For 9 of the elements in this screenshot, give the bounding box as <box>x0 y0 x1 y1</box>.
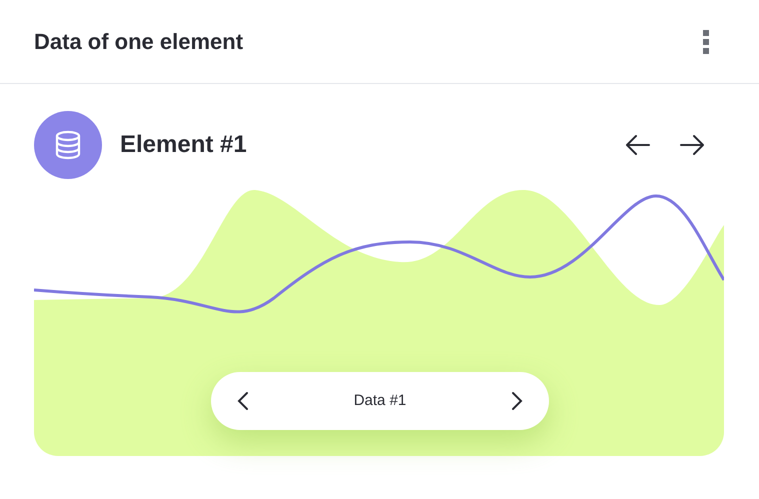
arrow-right-icon[interactable] <box>679 134 705 156</box>
page-title: Data of one element <box>34 28 244 56</box>
pager-label: Data #1 <box>354 390 406 411</box>
database-icon <box>54 130 82 160</box>
element-title: Element #1 <box>120 130 247 160</box>
arrow-left-icon[interactable] <box>625 134 651 156</box>
chevron-left-icon[interactable] <box>237 391 249 411</box>
more-menu-icon[interactable] <box>703 30 709 54</box>
chevron-right-icon[interactable] <box>510 391 523 411</box>
